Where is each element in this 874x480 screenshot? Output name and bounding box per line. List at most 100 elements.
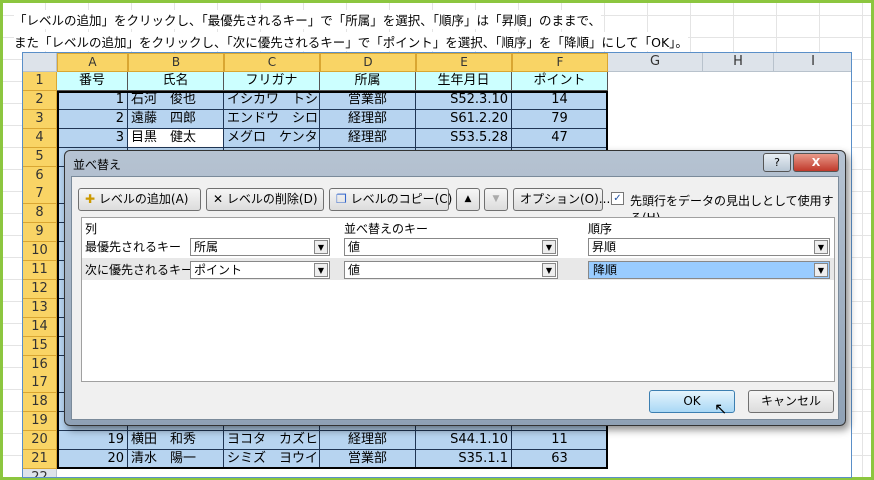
row-header-8[interactable]: 8 [23, 204, 57, 224]
column-select[interactable]: ポイント ▼ [190, 261, 330, 279]
data-cell[interactable]: 3 [57, 128, 128, 148]
header-cell[interactable]: 所属 [320, 72, 416, 91]
cancel-button[interactable]: キャンセル [748, 390, 834, 413]
select-all-corner[interactable] [23, 53, 57, 72]
dialog-body: ✚ レベルの追加(A) ✕ レベルの削除(D) ❐ レベルのコピー(C) ▲ ▼… [71, 176, 839, 420]
header-cell[interactable]: ポイント [512, 72, 608, 91]
column-header-A[interactable]: A [57, 53, 128, 72]
data-cell[interactable]: イシカワ トシヤ [224, 90, 320, 110]
data-cell[interactable]: S52.3.10 [416, 90, 512, 110]
close-button[interactable]: X [793, 153, 839, 172]
options-button[interactable]: オプション(O)... [513, 188, 610, 211]
column-header-C[interactable]: C [224, 53, 320, 72]
delete-level-label: レベルの削除(D) [226, 192, 318, 206]
level-label: 次に優先されるキー [85, 263, 194, 277]
help-button[interactable]: ? [763, 153, 791, 172]
row-header-9[interactable]: 9 [23, 223, 57, 243]
row-header-20[interactable]: 20 [23, 431, 57, 451]
row-header-6[interactable]: 6 [23, 166, 57, 186]
key-select[interactable]: 値 ▼ [344, 238, 558, 256]
sort-level-row[interactable]: 最優先されるキー 所属 ▼ 値 ▼ 昇順 ▼ [82, 235, 834, 257]
data-cell[interactable]: 1 [57, 90, 128, 110]
data-cell[interactable]: S61.2.20 [416, 109, 512, 129]
column-header-B[interactable]: B [128, 53, 224, 72]
level-label: 最優先されるキー [85, 240, 182, 254]
column-header-D[interactable]: D [320, 53, 416, 72]
data-cell[interactable]: メグロ ケンタ [224, 128, 320, 148]
data-cell[interactable]: 20 [57, 450, 128, 469]
data-cell[interactable]: S53.5.28 [416, 128, 512, 148]
copy-level-button[interactable]: ❐ レベルのコピー(C) [329, 188, 452, 211]
row-header-11[interactable]: 11 [23, 261, 57, 280]
data-cell[interactable]: 63 [512, 450, 608, 469]
data-cell[interactable]: 2 [57, 109, 128, 129]
data-cell[interactable]: 横田 和秀 [128, 431, 224, 451]
data-cell[interactable]: 経理部 [320, 128, 416, 148]
row-header-13[interactable]: 13 [23, 298, 57, 318]
key-select[interactable]: 値 ▼ [344, 261, 558, 279]
column-header-H[interactable]: H [703, 53, 774, 72]
data-cell[interactable]: 経理部 [320, 109, 416, 129]
delete-level-button[interactable]: ✕ レベルの削除(D) [206, 188, 324, 211]
row-header-1[interactable]: 1 [23, 72, 57, 91]
row-header-7[interactable]: 7 [23, 185, 57, 205]
chevron-down-icon[interactable]: ▼ [814, 263, 828, 277]
order-value: 昇順 [592, 240, 617, 254]
data-cell[interactable]: ヨコタ カズヒデ [224, 431, 320, 451]
row-header-21[interactable]: 21 [23, 450, 57, 469]
order-select[interactable]: 昇順 ▼ [588, 238, 830, 256]
header-cell[interactable]: 氏名 [128, 72, 224, 91]
row-header-16[interactable]: 16 [23, 355, 57, 375]
column-header-I[interactable]: I [774, 53, 851, 72]
row-header-22[interactable]: 22 [23, 468, 57, 477]
column-header-E[interactable]: E [416, 53, 512, 72]
data-cell[interactable]: 石河 俊也 [128, 90, 224, 110]
data-cell[interactable]: 14 [512, 90, 608, 110]
row-header-18[interactable]: 18 [23, 393, 57, 413]
instruction-line-2: また「レベルの追加」をクリックし、「次に優先されるキー」で「ポイント」を選択、「… [14, 32, 688, 51]
chevron-down-icon[interactable]: ▼ [542, 240, 556, 254]
row-header-17[interactable]: 17 [23, 374, 57, 394]
data-cell[interactable]: 営業部 [320, 450, 416, 469]
header-cell[interactable]: 生年月日 [416, 72, 512, 91]
header-cell[interactable]: フリガナ [224, 72, 320, 91]
data-cell[interactable]: 19 [57, 431, 128, 451]
column-header-G[interactable]: G [608, 53, 703, 72]
row-header-10[interactable]: 10 [23, 242, 57, 262]
data-cell[interactable]: 経理部 [320, 431, 416, 451]
data-cell[interactable]: 遠藤 四郎 [128, 109, 224, 129]
chevron-down-icon[interactable]: ▼ [814, 240, 828, 254]
key-value: 値 [348, 263, 361, 277]
data-cell[interactable]: 11 [512, 431, 608, 451]
row-header-3[interactable]: 3 [23, 109, 57, 129]
order-select[interactable]: 降順 ▼ [588, 261, 830, 279]
column-select[interactable]: 所属 ▼ [190, 238, 330, 256]
sort-level-row-selected[interactable]: 次に優先されるキー ポイント ▼ 値 ▼ 降順 ▼ [82, 258, 834, 280]
row-header-4[interactable]: 4 [23, 128, 57, 148]
row-header-5[interactable]: 5 [23, 147, 57, 167]
row-header-19[interactable]: 19 [23, 412, 57, 432]
data-cell[interactable]: 目黒 健太 [128, 128, 224, 148]
data-cell[interactable]: シミズ ヨウイチ [224, 450, 320, 469]
row-header-14[interactable]: 14 [23, 317, 57, 337]
data-cell[interactable]: 清水 陽一 [128, 450, 224, 469]
header-cell[interactable]: 番号 [57, 72, 128, 91]
chevron-down-icon[interactable]: ▼ [314, 240, 328, 254]
chevron-down-icon[interactable]: ▼ [314, 263, 328, 277]
move-up-button[interactable]: ▲ [456, 188, 480, 211]
move-down-button[interactable]: ▼ [484, 188, 508, 211]
header-checkbox[interactable]: ✓ [611, 192, 624, 205]
data-cell[interactable]: 79 [512, 109, 608, 129]
data-cell[interactable]: エンドウ シロウ [224, 109, 320, 129]
data-cell[interactable]: 47 [512, 128, 608, 148]
data-cell[interactable]: S44.1.10 [416, 431, 512, 451]
row-header-2[interactable]: 2 [23, 90, 57, 110]
column-header-F[interactable]: F [512, 53, 608, 72]
copy-icon: ❐ [336, 192, 347, 206]
data-cell[interactable]: 営業部 [320, 90, 416, 110]
data-cell[interactable]: S35.1.1 [416, 450, 512, 469]
row-header-12[interactable]: 12 [23, 279, 57, 299]
row-header-15[interactable]: 15 [23, 336, 57, 356]
add-level-button[interactable]: ✚ レベルの追加(A) [78, 188, 201, 211]
chevron-down-icon[interactable]: ▼ [542, 263, 556, 277]
